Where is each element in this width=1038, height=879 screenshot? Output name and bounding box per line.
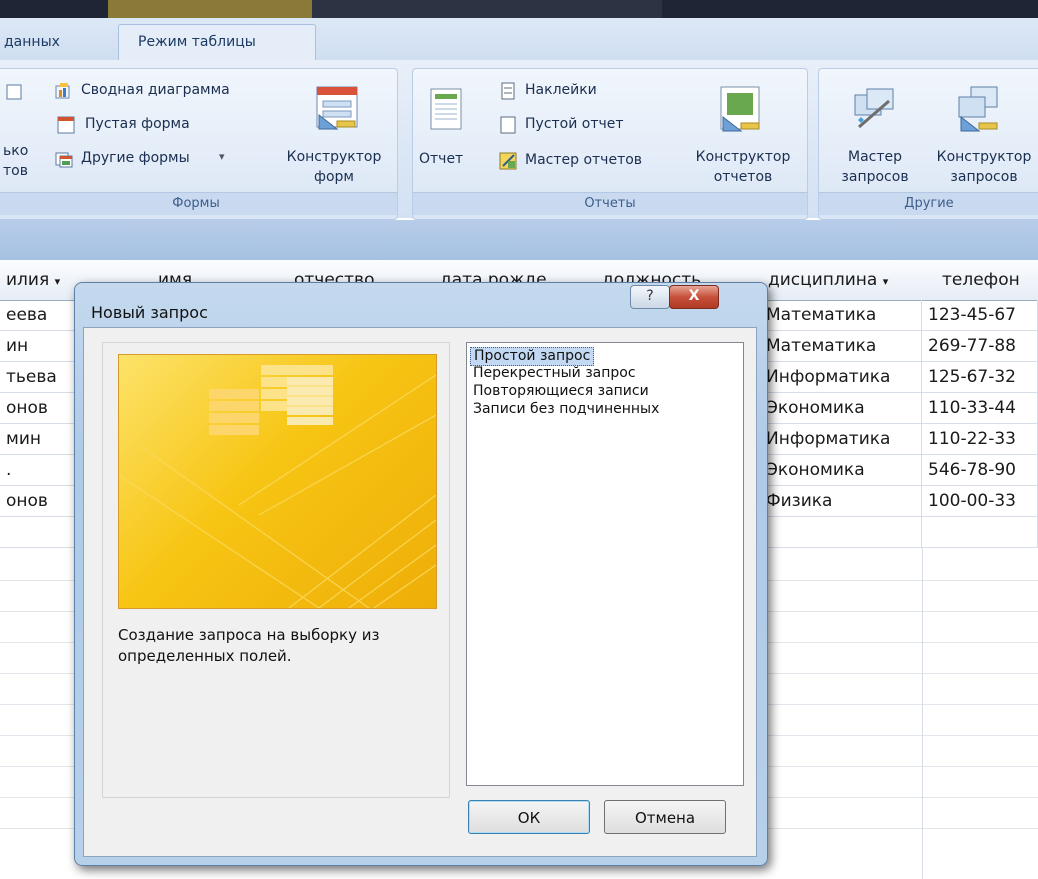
contextual-tab-highlight [108, 0, 312, 18]
table-cell-phone[interactable]: 110-33-44 [922, 393, 1038, 424]
form-designer-label-1: Конструктор [286, 149, 382, 165]
report-label: Отчет [419, 151, 464, 167]
pivot-chart-button[interactable]: Сводная диаграмма [55, 81, 285, 103]
blank-report-button[interactable]: Пустой отчет [499, 115, 669, 137]
query-illustration [119, 365, 436, 608]
description-line: определенных полей. [118, 647, 292, 665]
table-cell-phone[interactable]: 269-77-88 [922, 331, 1038, 362]
report-wizard-button[interactable]: Мастер отчетов [499, 151, 689, 173]
blank-report-label: Пустой отчет [525, 116, 624, 132]
ribbon-tab-row: данных Режим таблицы [0, 18, 1038, 62]
dropdown-arrow-icon: ▾ [882, 275, 889, 288]
document-tab-bar [0, 220, 1038, 260]
ribbon: ько тов Сводная диаграмма Пустая форма Д… [0, 60, 1038, 220]
query-wizard-button[interactable]: Мастер запросов [825, 75, 925, 185]
ok-button[interactable]: ОК [468, 800, 590, 834]
column-header-phone[interactable]: телефон [922, 260, 1038, 301]
dropdown-arrow-icon: ▾ [219, 150, 225, 163]
table-cell-phone[interactable]: 100-00-33 [922, 486, 1038, 517]
labels-icon [501, 82, 515, 100]
column-header-label: телефон [942, 270, 1020, 290]
form-icon [6, 84, 22, 100]
other-forms-label: Другие формы [81, 150, 190, 166]
group-other-caption: Другие [819, 192, 1038, 215]
query-designer-icon [958, 86, 998, 132]
table-cell-empty[interactable] [922, 517, 1038, 548]
table-cell-empty[interactable] [760, 517, 922, 548]
query-designer-button[interactable]: Конструктор запросов [925, 75, 1038, 185]
title-area [312, 0, 662, 18]
table-cell-discipline[interactable]: Математика [760, 331, 922, 362]
new-query-dialog: Новый запрос ? X Создание запроса на выб… [74, 282, 768, 866]
query-wizard-label-2: запросов [841, 169, 909, 185]
form-designer-icon [316, 86, 358, 130]
column-header-discipline[interactable]: дисциплина ▾ [760, 260, 931, 301]
table-cell-discipline[interactable]: Экономика [760, 455, 922, 486]
tab-table-mode[interactable]: Режим таблицы [138, 34, 256, 50]
form-designer-label-2: форм [314, 169, 354, 185]
query-designer-label-2: запросов [950, 169, 1018, 185]
list-item-duplicate-records[interactable]: Повторяющиеся записи [470, 383, 652, 400]
tab-data[interactable]: данных [4, 34, 60, 50]
report-button[interactable]: Отчет [417, 75, 477, 185]
query-preview-image [118, 354, 437, 609]
dropdown-arrow-icon: ▾ [54, 275, 61, 288]
table-cell-phone[interactable]: 125-67-32 [922, 362, 1038, 393]
column-header-label: дисциплина [768, 270, 878, 290]
query-designer-label-1: Конструктор [936, 149, 1032, 165]
report-designer-label-2: отчетов [713, 169, 773, 185]
report-designer-label-1: Конструктор [695, 149, 791, 165]
report-wizard-icon [499, 152, 517, 170]
table-cell-discipline[interactable]: Информатика [760, 424, 922, 455]
group-forms-caption: Формы [0, 192, 397, 215]
dialog-title: Новый запрос [91, 303, 208, 322]
table-cell-discipline[interactable]: Информатика [760, 362, 922, 393]
dialog-content: Создание запроса на выборку из определен… [83, 327, 757, 857]
table-cell-phone[interactable]: 123-45-67 [922, 300, 1038, 331]
group-reports: Отчет Наклейки Пустой отчет Мастер отчет… [412, 68, 808, 220]
group-other: Мастер запросов Конструктор запросов Дру… [818, 68, 1038, 220]
group-reports-caption: Отчеты [413, 192, 807, 215]
labels-label: Наклейки [525, 82, 597, 98]
preview-panel: Создание запроса на выборку из определен… [102, 342, 450, 798]
table-cell-discipline[interactable]: Физика [760, 486, 922, 517]
report-designer-icon [720, 86, 760, 132]
labels-button[interactable]: Наклейки [499, 81, 659, 103]
report-designer-button[interactable]: Конструктор отчетов [683, 75, 803, 185]
pivot-chart-label: Сводная диаграмма [81, 82, 230, 98]
list-item-crosstab-query[interactable]: Перекрестный запрос [470, 365, 639, 382]
form-designer-button[interactable]: Конструктор форм [275, 75, 393, 185]
description-line: Создание запроса на выборку из [118, 626, 380, 644]
query-wizard-label-1: Мастер [847, 149, 902, 165]
query-wizard-icon [854, 88, 894, 129]
table-cell-phone[interactable]: 546-78-90 [922, 455, 1038, 486]
report-wizard-label: Мастер отчетов [525, 152, 643, 168]
help-button[interactable]: ? [630, 285, 670, 309]
other-forms-icon [55, 152, 73, 168]
list-item-simple-query[interactable]: Простой запрос [470, 347, 595, 366]
table-cell-discipline[interactable]: Математика [760, 300, 922, 331]
blank-report-icon [500, 116, 516, 134]
column-header-label: илия [6, 270, 50, 290]
blank-form-label: Пустая форма [85, 116, 190, 132]
pivot-chart-icon [55, 83, 70, 99]
grid-line [922, 548, 923, 879]
window-title-bar [0, 0, 1038, 18]
truncated-button-label: тов [3, 163, 28, 179]
query-type-list[interactable]: Простой запрос Перекрестный запрос Повто… [466, 342, 744, 786]
blank-form-button[interactable]: Пустая форма [55, 115, 255, 137]
group-forms: ько тов Сводная диаграмма Пустая форма Д… [0, 68, 398, 220]
cancel-button[interactable]: Отмена [604, 800, 726, 834]
report-icon [430, 88, 462, 130]
other-forms-button[interactable]: Другие формы ▾ [55, 149, 255, 171]
table-cell-discipline[interactable]: Экономика [760, 393, 922, 424]
truncated-button-label: ько [3, 143, 29, 159]
list-item-unmatched-records[interactable]: Записи без подчиненных [470, 401, 662, 418]
close-button[interactable]: X [669, 285, 719, 309]
table-cell-phone[interactable]: 110-22-33 [922, 424, 1038, 455]
query-description: Создание запроса на выборку из определен… [118, 625, 438, 667]
blank-form-icon [57, 116, 75, 134]
